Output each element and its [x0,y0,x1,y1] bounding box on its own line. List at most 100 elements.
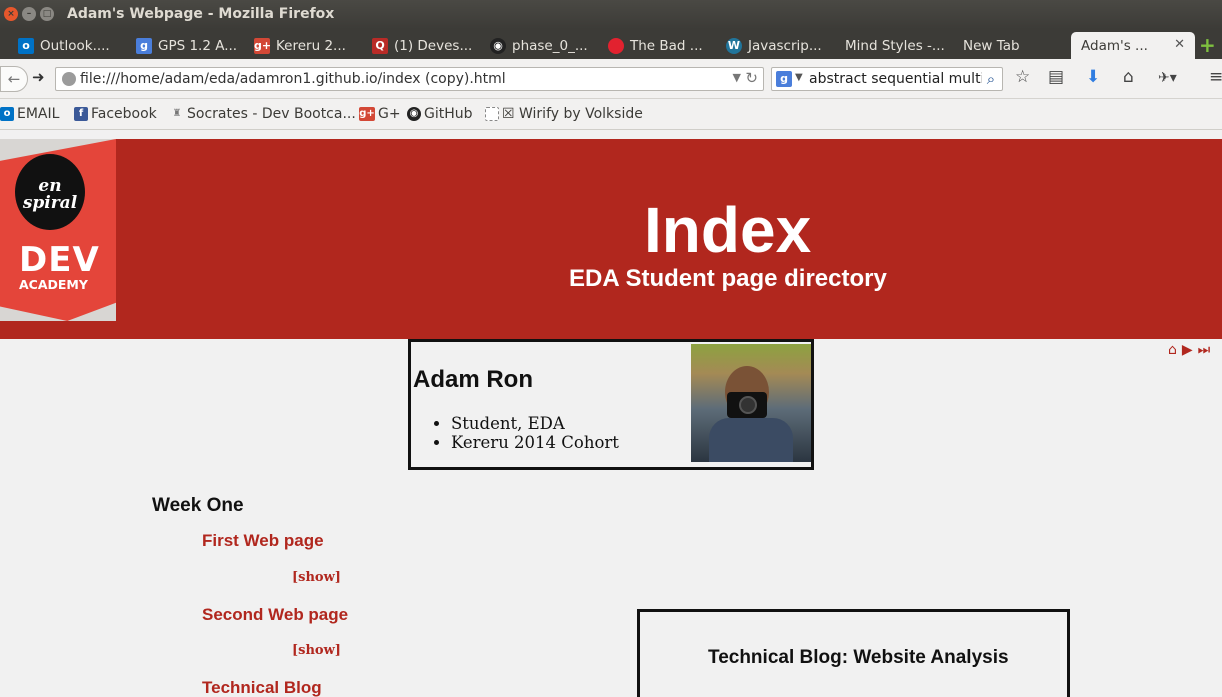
tab-outlook[interactable]: o Outlook.... [18,32,128,59]
forward-button[interactable]: ➜ [32,68,45,86]
tab-label: New Tab [963,37,1020,54]
logo-text-spiral: spiral [22,193,78,213]
home-icon[interactable]: ⌂ [1168,342,1177,358]
technical-blog-panel: Technical Blog: Website Analysis [637,609,1070,697]
tab-label: (1) Deves... [394,37,473,54]
tab-javascript[interactable]: W Javascrip... [726,32,836,59]
github-icon: ◉ [407,107,421,121]
search-icon[interactable]: ⌕ [982,70,1000,88]
page-subtitle: EDA Student page directory [569,265,887,292]
reading-list-icon[interactable]: ▤ [1048,67,1064,87]
bookmarks-toolbar: o EMAIL f Facebook ♜ Socrates - Dev Boot… [0,100,1222,130]
bookmark-label: ☒ Wirify by Volkside [502,106,643,122]
profile-name: Adam Ron [413,366,533,393]
profile-card: Adam Ron Student, EDA Kereru 2014 Cohort [408,339,814,470]
window-maximize-button[interactable]: □ [40,7,54,21]
blog-title: Technical Blog: Website Analysis [708,647,1009,668]
bookmark-facebook[interactable]: f Facebook [74,106,157,122]
page-title: Index [644,194,812,266]
tab-mind-styles[interactable]: Mind Styles -... [845,32,955,59]
google-icon: g [136,37,152,54]
bookmark-label: G+ [378,106,401,122]
dropdown-arrow-icon[interactable]: ▼ [733,71,741,84]
close-icon[interactable]: ✕ [1174,37,1185,52]
back-button[interactable]: ← [0,66,28,92]
bookmark-wirify[interactable]: ☒ Wirify by Volkside [485,106,643,122]
search-bar[interactable]: g ▼ abstract sequential multin ⌕ [771,67,1003,91]
photo-body [709,418,793,462]
outlook-icon: o [0,107,14,121]
url-bar[interactable]: file:///home/adam/eda/adamron1.github.io… [55,67,764,91]
show-toggle[interactable]: [show] [292,643,341,658]
navigation-toolbar: ← ➜ file:///home/adam/eda/adamron1.githu… [0,59,1222,99]
google-plus-icon: g+ [359,107,375,121]
logo-badge: en spiral [15,154,85,230]
tab-phase0[interactable]: ◉ phase_0_... [490,32,600,59]
bookmark-label: Socrates - Dev Bootca... [187,106,356,122]
window-close-button[interactable]: × [4,7,18,21]
bookmark-label: GitHub [424,106,473,122]
skip-end-icon[interactable]: ⏭ [1198,342,1211,358]
bookmark-label: EMAIL [17,106,60,122]
google-icon[interactable]: g [776,71,792,87]
tab-kereru[interactable]: g+ Kereru 2... [254,32,364,59]
bookmark-socrates[interactable]: ♜ Socrates - Dev Bootca... [170,106,356,122]
search-input[interactable]: abstract sequential multin [809,71,993,87]
github-icon: ◉ [490,37,506,54]
header-banner: en spiral DEV ACADEMY Index EDA Student … [0,139,1222,339]
dropdown-arrow-icon[interactable]: ▼ [795,72,803,83]
tab-new-tab[interactable]: New Tab [963,32,1063,59]
profile-item: Student, EDA [451,414,619,433]
tab-label: The Bad ... [630,37,703,54]
url-text: file:///home/adam/eda/adamron1.github.io… [80,71,506,87]
wordpress-icon: W [726,37,742,54]
window-titlebar: × – □ Adam's Webpage - Mozilla Firefox [0,0,1222,29]
tab-gps[interactable]: g GPS 1.2 A... [136,32,246,59]
profile-photo [691,344,811,462]
profile-details: Student, EDA Kereru 2014 Cohort [451,414,619,452]
week-one-heading: Week One [152,495,244,516]
blank-page-icon [485,107,499,121]
tab-label: GPS 1.2 A... [158,37,238,54]
tab-the-bad[interactable]: The Bad ... [608,32,718,59]
bookmark-google-plus[interactable]: g+ G+ [359,106,401,122]
bookmark-email[interactable]: o EMAIL [0,106,59,122]
socrates-icon: ♜ [172,108,182,119]
home-icon[interactable]: ⌂ [1123,67,1134,87]
bookmark-github[interactable]: ◉ GitHub [407,106,473,122]
bookmark-star-icon[interactable]: ☆ [1015,67,1030,87]
quora-icon: Q [372,37,388,54]
red-dot-icon [608,37,624,54]
technical-blog-link[interactable]: Technical Blog [202,678,322,697]
download-icon[interactable]: ⬇ [1086,67,1100,87]
logo-text-dev: DEV [19,240,100,280]
tab-label: Mind Styles -... [845,37,945,54]
facebook-icon: f [74,107,88,121]
menu-icon[interactable]: ≡ [1209,67,1222,87]
tab-label: Outlook.... [40,37,110,54]
enspiral-dev-academy-logo[interactable]: en spiral DEV ACADEMY [0,139,116,321]
window-minimize-button[interactable]: – [22,7,36,21]
tab-adams-webpage[interactable]: Adam's ... ✕ [1071,32,1195,59]
web-page: en spiral DEV ACADEMY Index EDA Student … [0,139,1222,697]
second-web-page-link[interactable]: Second Web page [202,605,348,625]
play-icon[interactable]: ▶ [1182,342,1193,358]
tab-strip: o Outlook.... g GPS 1.2 A... g+ Kereru 2… [0,29,1222,59]
tab-label: Javascrip... [748,37,822,54]
reload-icon[interactable]: ↻ [745,69,758,87]
tab-label: Adam's ... [1081,37,1148,54]
extension-icon[interactable]: ✈▾ [1158,70,1177,86]
profile-item: Kereru 2014 Cohort [451,433,619,452]
outlook-icon: o [18,37,34,54]
logo-text-academy: ACADEMY [19,277,88,292]
new-tab-button[interactable]: + [1199,33,1216,57]
tab-label: phase_0_... [512,37,588,54]
first-web-page-link[interactable]: First Web page [202,531,324,551]
page-nav-icons: ⌂ ▶ ⏭ [1168,342,1210,358]
tab-quora[interactable]: Q (1) Deves... [372,32,482,59]
google-plus-icon: g+ [254,37,272,54]
bookmark-label: Facebook [91,106,157,122]
show-toggle[interactable]: [show] [292,570,341,585]
globe-icon [62,72,76,86]
window-title: Adam's Webpage - Mozilla Firefox [67,6,335,22]
